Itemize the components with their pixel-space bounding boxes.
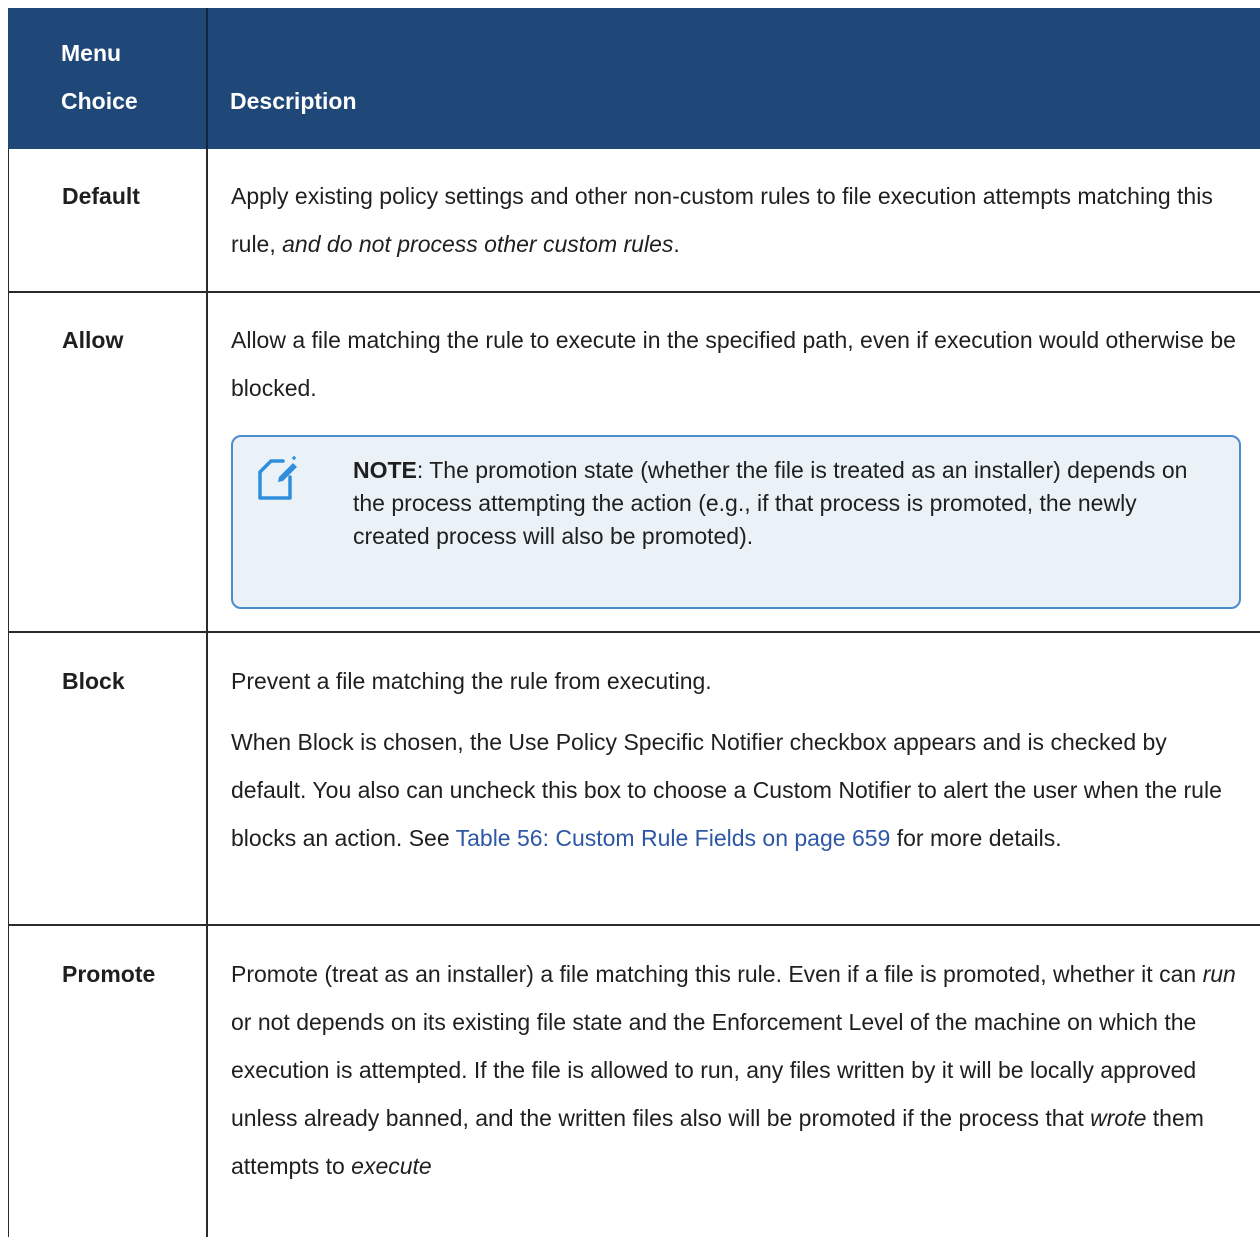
description-allow: Allow a file matching the rule to execut…	[231, 316, 1241, 412]
header-col1-line1: Menu	[61, 40, 122, 66]
desc-block-p2-end: for more details.	[890, 825, 1062, 851]
promote-seg3: or not depends on its existing file stat…	[231, 1009, 1197, 1131]
promote-run-italic: run	[1202, 961, 1236, 987]
note-box: NOTE: The promotion state (whether the f…	[231, 435, 1241, 609]
note-text: NOTE: The promotion state (whether the f…	[353, 454, 1213, 553]
row-divider	[9, 291, 1260, 293]
desc-default-end: .	[673, 231, 680, 257]
choice-default: Default	[62, 183, 140, 209]
description-default: Apply existing policy settings and other…	[231, 172, 1241, 268]
choice-allow: Allow	[62, 327, 124, 353]
desc-block-p2: When Block is chosen, the Use Policy Spe…	[231, 718, 1241, 862]
note-icon	[258, 456, 297, 500]
table-header: Menu Choice Description	[8, 8, 1260, 149]
note-body: : The promotion state (whether the file …	[353, 457, 1188, 549]
promote-execute-italic: execute	[351, 1153, 432, 1179]
header-col1-line2: Choice	[61, 88, 138, 114]
header-menu-choice: Menu Choice	[8, 8, 206, 149]
row-divider	[9, 631, 1260, 633]
row-divider	[9, 924, 1260, 926]
column-divider	[206, 149, 208, 1237]
table-body: Default Apply existing policy settings a…	[8, 149, 1260, 1237]
desc-allow-text: Allow a file matching the rule to execut…	[231, 327, 1236, 401]
custom-rule-fields-link[interactable]: Table 56: Custom Rule Fields on page 659	[456, 825, 891, 851]
header-description: Description	[230, 88, 357, 114]
description-block: Prevent a file matching the rule from ex…	[231, 657, 1241, 862]
desc-block-p1: Prevent a file matching the rule from ex…	[231, 668, 712, 694]
desc-default-italic: and do not process other custom rules	[282, 231, 674, 257]
note-label: NOTE	[353, 457, 417, 483]
promote-seg1: Promote (treat as an installer) a file m…	[231, 961, 1203, 987]
header-divider	[206, 8, 208, 149]
promote-wrote-italic: wrote	[1090, 1105, 1147, 1131]
menu-choice-table: Menu Choice Description Default Apply ex…	[8, 8, 1260, 1237]
choice-promote: Promote	[62, 961, 156, 987]
choice-block: Block	[62, 668, 125, 694]
description-promote: Promote (treat as an installer) a file m…	[231, 950, 1241, 1190]
